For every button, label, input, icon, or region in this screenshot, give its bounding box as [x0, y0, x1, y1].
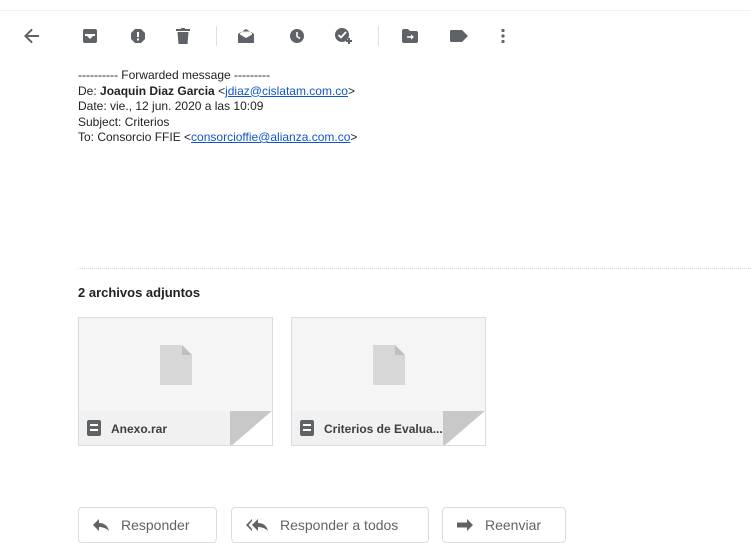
sender-email-link[interactable]: jdiaz@cislatam.com.co [225, 84, 348, 98]
reply-all-button[interactable]: Responder a todos [231, 507, 429, 543]
forward-button[interactable]: Reenviar [442, 507, 566, 543]
more-vert-icon[interactable] [491, 24, 515, 48]
sender-name: Joaquin Diaz Garcia [100, 83, 215, 98]
subject-line: Subject: Criterios [78, 114, 170, 129]
file-icon [159, 344, 192, 385]
forwarded-header: ---------- Forwarded message --------- [78, 68, 270, 82]
document-icon [87, 420, 101, 436]
archive-icon[interactable] [78, 24, 102, 48]
document-icon [300, 420, 314, 436]
attachment-name: Criterios de Evalua... [324, 422, 443, 436]
attachment-preview [79, 318, 272, 412]
reply-all-icon [246, 519, 268, 531]
attachment-footer: Anexo.rar [79, 411, 272, 445]
file-icon [372, 344, 405, 385]
back-arrow-icon[interactable] [20, 24, 44, 48]
report-spam-icon[interactable] [126, 24, 150, 48]
attachments-title: 2 archivos adjuntos [78, 285, 201, 300]
page-fold [443, 411, 485, 445]
date-line: Date: vie., 12 jun. 2020 a las 10:09 [78, 99, 264, 113]
toolbar-separator [378, 26, 379, 46]
from-label: De: [78, 83, 97, 98]
forward-icon [457, 519, 473, 531]
to-prefix: To: Consorcio FFIE < [78, 130, 192, 144]
to-close: > [350, 130, 358, 144]
mark-unread-icon[interactable] [234, 24, 258, 48]
forwarded-message: ---------- Forwarded message --------- D… [78, 68, 357, 146]
move-to-icon[interactable] [398, 24, 422, 48]
from-close: > [347, 83, 355, 98]
attachment-card[interactable]: Criterios de Evalua... [291, 317, 486, 446]
label-icon[interactable] [447, 24, 471, 48]
reply-label: Responder [121, 517, 190, 533]
toolbar-divider [0, 10, 751, 11]
reply-all-label: Responder a todos [280, 517, 399, 533]
to-line: To: Consorcio FFIE <consorcioffie@alianz… [78, 130, 357, 146]
attachment-footer: Criterios de Evalua... [292, 411, 485, 445]
reply-icon [93, 519, 109, 531]
delete-icon[interactable] [171, 24, 195, 48]
reply-button[interactable]: Responder [78, 507, 217, 543]
page-fold [230, 411, 272, 445]
forward-label: Reenviar [485, 517, 542, 533]
attachment-name: Anexo.rar [111, 422, 168, 436]
from-line: De: Joaquin Diaz Garcia <jdiaz@cislatam.… [78, 84, 357, 100]
attachment-preview [292, 318, 485, 412]
attachments-divider [78, 268, 751, 269]
attachment-card[interactable]: Anexo.rar [78, 317, 273, 446]
add-task-icon[interactable] [332, 24, 356, 48]
toolbar-separator [216, 26, 217, 46]
recipient-email-link[interactable]: consorcioffie@alianza.com.co [191, 130, 350, 144]
snooze-icon[interactable] [285, 24, 309, 48]
